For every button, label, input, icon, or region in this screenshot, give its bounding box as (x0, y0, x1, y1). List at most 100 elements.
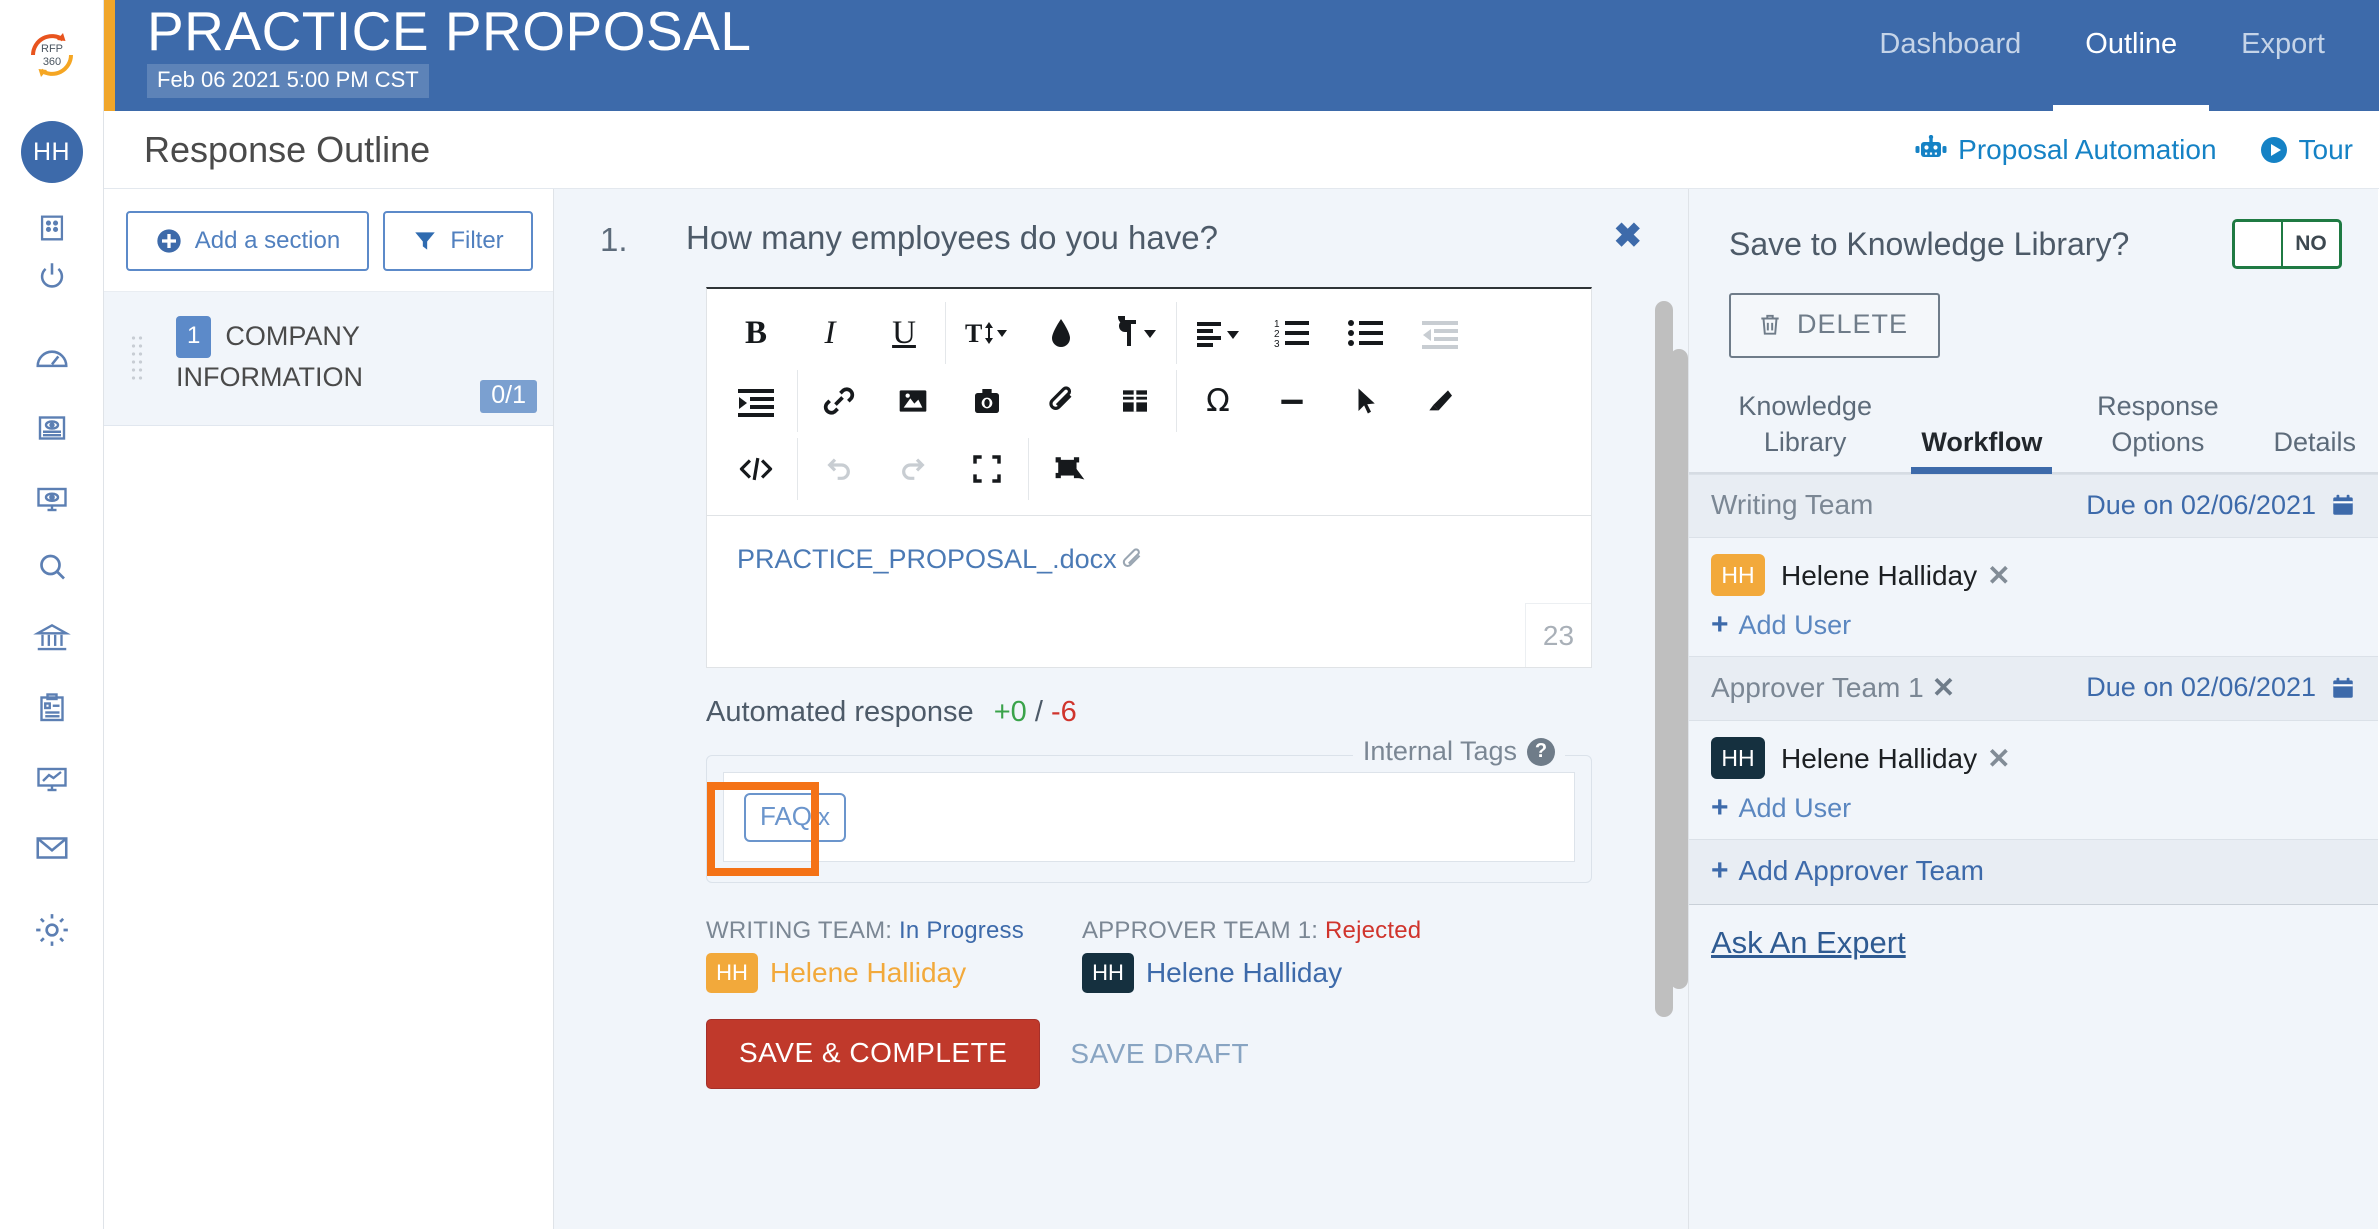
horizontal-rule-icon[interactable] (1255, 370, 1329, 432)
indent-icon[interactable] (719, 370, 793, 432)
insert-object-icon[interactable] (1033, 438, 1107, 500)
align-icon[interactable] (1181, 302, 1255, 364)
close-icon[interactable]: ✖ (1604, 219, 1643, 253)
tour-button[interactable]: Tour (2259, 134, 2353, 166)
ask-an-expert-link[interactable]: Ask An Expert (1689, 905, 1928, 961)
outline-section-item[interactable]: 1 COMPANY INFORMATION 0/1 (104, 292, 553, 426)
toggle-value: NO (2295, 232, 2327, 255)
member-remove-icon[interactable]: ✕ (1987, 560, 2010, 591)
bold-icon[interactable]: B (719, 302, 793, 364)
approver-team-remove-icon[interactable]: ✕ (1932, 672, 1955, 703)
add-user-button-writing[interactable]: + Add User (1711, 608, 2356, 642)
tour-label: Tour (2298, 133, 2353, 165)
add-approver-team-row[interactable]: + Add Approver Team (1689, 839, 2378, 905)
writing-team-person: HH Helene Halliday (706, 953, 1024, 993)
gear-icon[interactable] (0, 906, 103, 954)
writing-team-due[interactable]: Due on 02/06/2021 (2086, 490, 2356, 521)
writing-team-name: Writing Team (1711, 489, 1874, 520)
attachment-link[interactable]: PRACTICE_PROPOSAL_.docx (737, 544, 1145, 575)
question-panel: 1. How many employees do you have? ✖ B I… (554, 189, 1689, 1229)
toggle-knob (2235, 222, 2283, 266)
text-color-icon[interactable] (1024, 302, 1098, 364)
paperclip-icon (1122, 547, 1140, 567)
clipboard-icon[interactable] (0, 684, 103, 732)
nav-export[interactable]: Export (2209, 0, 2357, 111)
editor-content-area[interactable]: PRACTICE_PROPOSAL_.docx 23 (706, 516, 1592, 668)
tag-chip-faq[interactable]: FAQ x (744, 792, 847, 842)
tab-details[interactable]: Details (2259, 424, 2370, 472)
approver-team-name: Approver Team 1 ✕ (1711, 671, 1955, 704)
attachment-icon[interactable] (1024, 370, 1098, 432)
nav-outline[interactable]: Outline (2053, 0, 2210, 111)
drag-handle-icon[interactable] (130, 334, 144, 380)
fullscreen-icon[interactable] (950, 438, 1024, 500)
cursor-select-icon[interactable] (1329, 370, 1403, 432)
font-size-icon[interactable]: T (950, 302, 1024, 364)
underline-icon[interactable]: U (867, 302, 941, 364)
rfp360-logo[interactable]: RFP 360 (0, 0, 103, 110)
gauge-icon[interactable] (0, 334, 103, 382)
detail-panel-scrollbar[interactable] (1670, 349, 1688, 989)
code-view-icon[interactable] (719, 438, 793, 500)
tab-response-options[interactable]: Response Options (2056, 388, 2259, 472)
envelope-icon[interactable] (0, 824, 103, 872)
tab-knowledge-library[interactable]: Knowledge Library (1703, 388, 1907, 472)
outdent-icon[interactable] (1403, 302, 1477, 364)
add-user-button-approver[interactable]: + Add User (1711, 791, 2356, 825)
internal-tags-legend: Internal Tags ? (1352, 736, 1565, 767)
add-section-label: Add a section (194, 227, 341, 254)
toolbar-row-3 (719, 435, 1579, 503)
document-eye-icon[interactable] (0, 404, 103, 452)
table-icon[interactable] (1098, 370, 1172, 432)
writing-team-label: WRITING TEAM: (706, 917, 893, 944)
proposal-automation-button[interactable]: Proposal Automation (1914, 133, 2217, 166)
internal-tags-fieldset: Internal Tags ? FAQ x (706, 736, 1592, 883)
filter-button[interactable]: Filter (383, 211, 533, 271)
team-member: HH Helene Halliday ✕ (1711, 554, 2356, 596)
filter-label: Filter (450, 227, 504, 254)
proposal-automation-label: Proposal Automation (1958, 133, 2217, 165)
unordered-list-icon[interactable] (1329, 302, 1403, 364)
italic-icon[interactable]: I (793, 302, 867, 364)
proposal-due-date: Feb 06 2021 5:00 PM CST (147, 64, 429, 98)
tab-workflow[interactable]: Workflow (1907, 424, 2056, 474)
save-draft-button[interactable]: SAVE DRAFT (1070, 1038, 1249, 1070)
camera-icon[interactable] (950, 370, 1024, 432)
approver-team-status-line: APPROVER TEAM 1: Rejected (1082, 917, 1421, 945)
save-and-complete-button[interactable]: SAVE & COMPLETE (706, 1019, 1041, 1089)
add-user-label: Add User (1738, 609, 1852, 640)
tag-remove-icon[interactable]: x (818, 804, 830, 831)
delete-button[interactable]: DELETE (1729, 293, 1941, 358)
approver-team-person-name: Helene Halliday (1145, 957, 1343, 988)
chart-monitor-icon[interactable] (0, 754, 103, 802)
power-icon[interactable] (0, 252, 103, 300)
toolbar-divider (1176, 302, 1177, 364)
image-icon[interactable] (876, 370, 950, 432)
character-count: 23 (1525, 603, 1591, 667)
paragraph-format-icon[interactable] (1098, 302, 1172, 364)
redo-icon[interactable] (876, 438, 950, 500)
monitor-eye-icon[interactable] (0, 474, 103, 522)
svg-text:RFP: RFP (41, 43, 63, 55)
building-icon[interactable] (0, 204, 103, 252)
undo-icon[interactable] (802, 438, 876, 500)
top-navigation: Dashboard Outline Export (1847, 0, 2379, 111)
link-icon[interactable] (802, 370, 876, 432)
internal-tags-input[interactable]: FAQ x (723, 772, 1575, 862)
add-approver-team-button[interactable]: + Add Approver Team (1711, 854, 2356, 888)
nav-dashboard[interactable]: Dashboard (1847, 0, 2053, 111)
clear-formatting-icon[interactable] (1403, 370, 1477, 432)
search-icon[interactable] (0, 544, 103, 592)
approver-team-due[interactable]: Due on 02/06/2021 (2086, 672, 2356, 703)
knowledge-library-toggle[interactable]: NO (2232, 219, 2342, 269)
approver-team-status: Rejected (1325, 917, 1422, 944)
add-section-button[interactable]: Add a section (126, 211, 369, 271)
ordered-list-icon[interactable]: 1 2 3 (1255, 302, 1329, 364)
outline-actions: Add a section Filter (104, 189, 553, 292)
avatar[interactable]: HH (0, 110, 103, 194)
bank-icon[interactable] (0, 614, 103, 662)
writing-team-body: HH Helene Halliday ✕ + Add User (1689, 538, 2378, 656)
member-remove-icon[interactable]: ✕ (1987, 743, 2010, 774)
special-character-icon[interactable]: Ω (1181, 370, 1255, 432)
help-icon[interactable]: ? (1527, 737, 1555, 766)
